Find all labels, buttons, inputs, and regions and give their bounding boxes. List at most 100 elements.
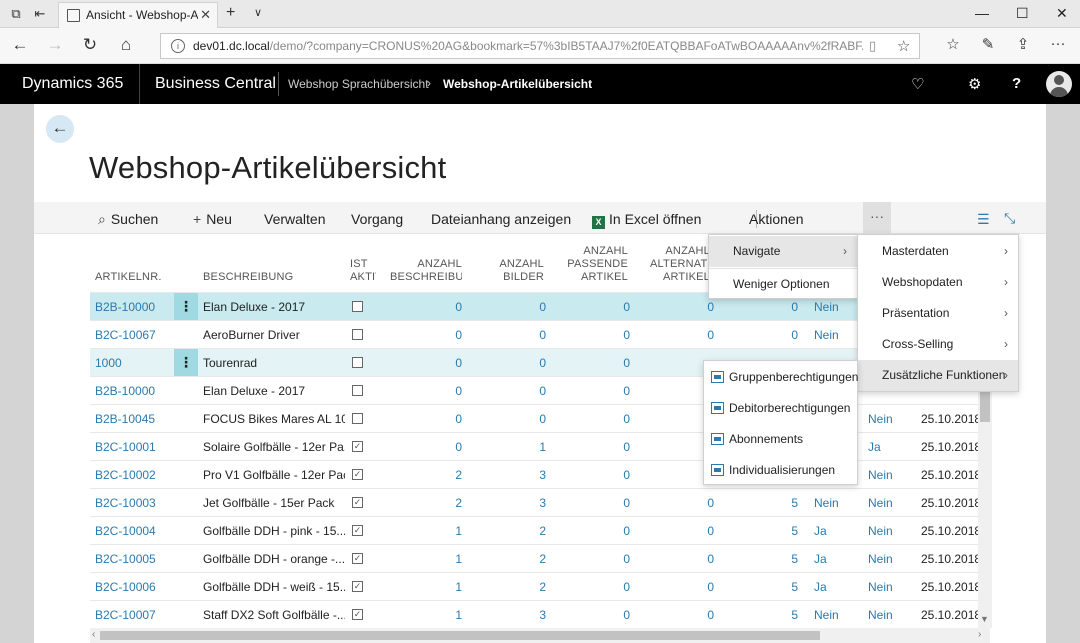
search-button[interactable]: ⌕ Suchen (98, 211, 158, 228)
cell-bilder[interactable]: 0 (506, 412, 546, 426)
checkbox-ist-aktiv[interactable] (352, 385, 363, 396)
cell-f2[interactable]: Nein (868, 580, 893, 594)
horizontal-scroll-thumb[interactable] (100, 631, 820, 640)
cell-alternativ[interactable]: 0 (674, 328, 714, 342)
cell-artikelnr[interactable]: B2C-10006 (95, 580, 156, 594)
menu-item-webshopdaten[interactable]: Webshopdaten › (858, 267, 1018, 298)
cell-f2[interactable]: Nein (868, 524, 893, 538)
cell-passende[interactable]: 0 (590, 552, 630, 566)
app-name[interactable]: Business Central (155, 64, 276, 104)
cell-besch[interactable]: 0 (422, 328, 462, 342)
site-info-icon[interactable]: i (171, 39, 185, 53)
table-row[interactable]: B2C-10006 Golfbälle DDH - weiß - 15... ✓ 1 2… (90, 572, 990, 600)
cell-artikelnr[interactable]: B2C-10003 (95, 496, 156, 510)
checkbox-ist-aktiv[interactable] (352, 413, 363, 424)
menu-item-masterdaten[interactable]: Masterdaten › (858, 236, 1018, 267)
cell-n5[interactable]: 5 (758, 552, 798, 566)
favorites-hub-icon[interactable]: ☆ (943, 35, 963, 53)
url-text[interactable]: dev01.dc.local/demo/?company=CRONUS%20AG… (193, 39, 863, 53)
cell-f2[interactable]: Nein (868, 468, 893, 482)
cell-bilder[interactable]: 3 (506, 608, 546, 622)
cell-f1[interactable]: Nein (814, 300, 839, 314)
row-actions-icon[interactable]: ⋮ (174, 349, 198, 376)
cell-besch[interactable]: 0 (422, 440, 462, 454)
cell-alternativ[interactable]: 0 (674, 496, 714, 510)
menu-item-praesentation[interactable]: Präsentation › (858, 298, 1018, 329)
cell-f2[interactable]: Nein (868, 608, 893, 622)
col-artikelnr[interactable]: ARTIKELNR. (95, 271, 162, 284)
tab-preview-chevron-icon[interactable]: ∨ (254, 6, 262, 19)
cell-bilder[interactable]: 0 (506, 384, 546, 398)
scroll-right-icon[interactable]: › (978, 629, 981, 640)
table-row[interactable]: B2C-10007 Staff DX2 Soft Golfbälle -... ✓ 1… (90, 600, 990, 628)
collapse-icon[interactable]: ⤡ (1004, 210, 1015, 227)
cell-bilder[interactable]: 3 (506, 496, 546, 510)
scroll-down-icon[interactable]: ▼ (980, 614, 989, 624)
minimize-icon[interactable]: — (975, 5, 989, 21)
process-button[interactable]: Vorgang (351, 211, 403, 227)
more-options-button[interactable]: ··· (863, 202, 891, 234)
cell-besch[interactable]: 1 (422, 580, 462, 594)
cell-f2[interactable]: Ja (868, 440, 881, 454)
open-in-excel-button[interactable]: X In Excel öffnen (592, 211, 701, 229)
menu-item-cross-selling[interactable]: Cross-Selling › (858, 329, 1018, 360)
col-beschreibung[interactable]: BESCHREIBUNG (203, 271, 293, 284)
cell-artikelnr[interactable]: B2C-10001 (95, 440, 156, 454)
home-icon[interactable]: ⌂ (116, 35, 136, 55)
settings-more-icon[interactable]: ··· (1048, 35, 1068, 52)
cell-n5[interactable]: 5 (758, 524, 798, 538)
checkbox-ist-aktiv[interactable]: ✓ (352, 553, 363, 564)
checkbox-ist-aktiv[interactable]: ✓ (352, 609, 363, 620)
cell-n5[interactable]: 0 (758, 328, 798, 342)
col-ist-aktiv[interactable]: ISTAKTIV (350, 258, 376, 284)
cell-f1[interactable]: Ja (814, 552, 827, 566)
table-row[interactable]: B2C-10004 Golfbälle DDH - pink - 15... ✓ 1 2… (90, 516, 990, 544)
col-anzahl-beschreibung[interactable]: ANZAHL BESCHREIBU (390, 258, 462, 284)
set-aside-tabs-icon[interactable]: ⇤ (32, 6, 48, 22)
cell-besch[interactable]: 2 (422, 496, 462, 510)
cell-bilder[interactable]: 2 (506, 524, 546, 538)
cell-f1[interactable]: Ja (814, 580, 827, 594)
cell-artikelnr[interactable]: B2C-10067 (95, 328, 156, 342)
cell-artikelnr[interactable]: B2B-10000 (95, 384, 155, 398)
checkbox-ist-aktiv[interactable]: ✓ (352, 525, 363, 536)
forward-arrow-icon[interactable]: → (45, 35, 65, 55)
checkbox-ist-aktiv[interactable]: ✓ (352, 441, 363, 452)
cell-f1[interactable]: Nein (814, 496, 839, 510)
refresh-icon[interactable]: ↻ (80, 35, 100, 55)
back-arrow-icon[interactable]: ← (10, 35, 30, 55)
cell-alternativ[interactable]: 0 (674, 608, 714, 622)
col-anzahl-alternativ-artikel[interactable]: ANZAHLALTERNATIVARTIKEL (650, 245, 710, 284)
breadcrumb-parent[interactable]: Webshop Sprachübersicht (288, 77, 429, 91)
checkbox-ist-aktiv[interactable] (352, 301, 363, 312)
cell-bilder[interactable]: 0 (506, 328, 546, 342)
close-tab-icon[interactable]: ✕ (200, 7, 211, 23)
cell-besch[interactable]: 0 (422, 300, 462, 314)
cell-besch[interactable]: 1 (422, 524, 462, 538)
cell-alternativ[interactable]: 0 (674, 580, 714, 594)
page-back-button[interactable]: ← (46, 115, 74, 143)
checkbox-ist-aktiv[interactable] (352, 329, 363, 340)
user-avatar[interactable] (1046, 71, 1072, 97)
cell-passende[interactable]: 0 (590, 468, 630, 482)
cell-artikelnr[interactable]: B2C-10005 (95, 552, 156, 566)
lightbulb-icon[interactable]: ♡ (911, 75, 924, 93)
cell-passende[interactable]: 0 (590, 440, 630, 454)
list-view-icon[interactable]: ☰ (977, 211, 990, 228)
horizontal-scrollbar[interactable]: ‹ › (90, 628, 990, 643)
cell-n5[interactable]: 5 (758, 580, 798, 594)
cell-passende[interactable]: 0 (590, 496, 630, 510)
cell-passende[interactable]: 0 (590, 608, 630, 622)
reading-view-icon[interactable]: ▯ (869, 38, 876, 54)
menu-item-navigate[interactable]: Navigate › (709, 236, 857, 267)
cell-passende[interactable]: 0 (590, 300, 630, 314)
cell-f2[interactable]: Nein (868, 552, 893, 566)
row-actions-icon[interactable]: ⋮ (174, 293, 198, 320)
new-button[interactable]: + Neu (193, 211, 232, 227)
cell-alternativ[interactable]: 0 (674, 300, 714, 314)
cell-artikelnr[interactable]: B2C-10007 (95, 608, 156, 622)
checkbox-ist-aktiv[interactable]: ✓ (352, 497, 363, 508)
brand-name[interactable]: Dynamics 365 (0, 64, 140, 104)
cell-f2[interactable]: Nein (868, 412, 893, 426)
manage-button[interactable]: Verwalten (264, 211, 325, 227)
